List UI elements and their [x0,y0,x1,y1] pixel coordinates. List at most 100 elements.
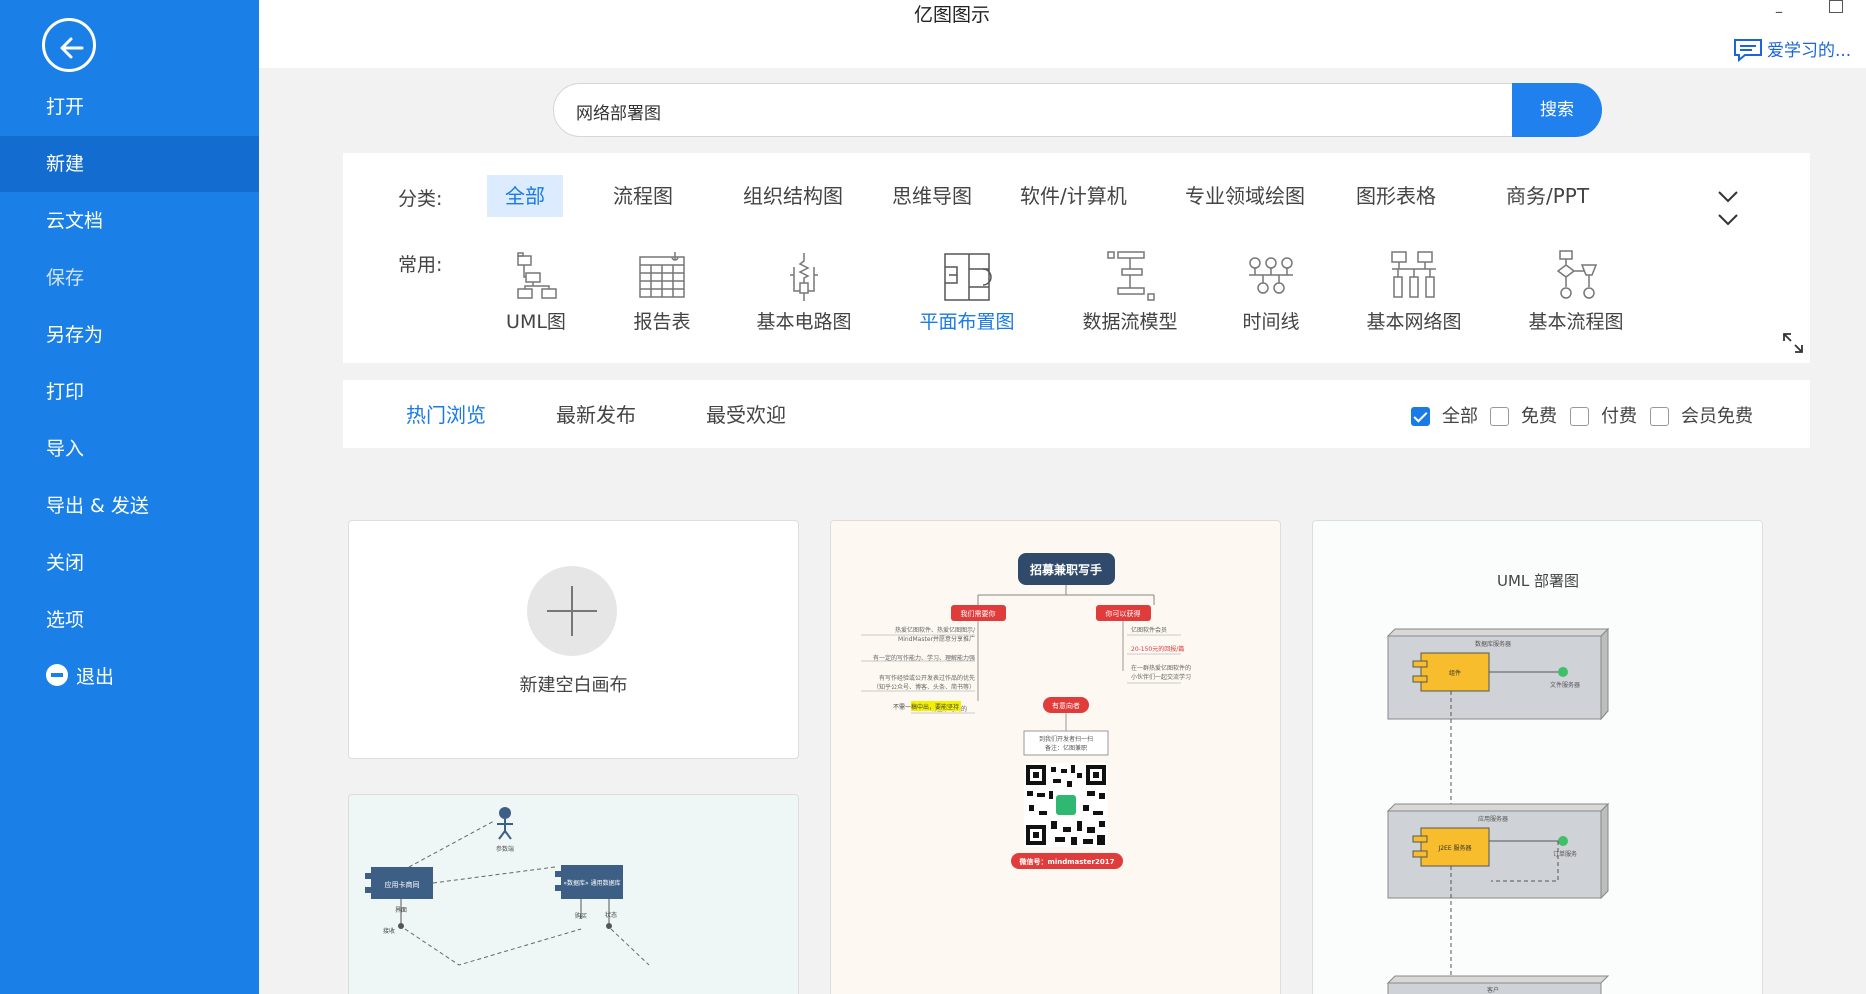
timeline-icon [1249,257,1293,294]
tab-org-chart[interactable]: 组织结构图 [725,175,861,217]
filter-check-free[interactable]: 免费 [1490,402,1557,428]
sidebar-item-label: 打开 [46,96,85,118]
sidebar-item-label: 选项 [46,609,85,631]
checkbox-label: 付费 [1601,406,1637,427]
expand-icon[interactable] [1781,331,1805,355]
sidebar-item-export-send[interactable]: 导出 & 发送 [0,478,259,534]
filter-check-all[interactable]: 全部 [1411,402,1478,428]
tab-graphic-tables[interactable]: 图形表格 [1338,175,1454,217]
tab-latest[interactable]: 最新发布 [556,399,636,428]
sidebar-item-label: 导出 & 发送 [46,495,149,517]
right-head: 你可以获得 [1106,609,1141,618]
common-item-data-flow[interactable]: 数据流模型 [1055,249,1205,334]
node-label: 数据库服务器 [1475,640,1511,648]
checkbox-checked[interactable] [1411,407,1430,426]
common-item-label: 报告表 [633,311,691,333]
common-item-label: 基本流程图 [1528,311,1624,333]
back-button[interactable] [42,18,96,72]
new-blank-canvas-card[interactable]: 新建空白画布 [348,520,799,759]
sidebar-item-save-as[interactable]: 另存为 [0,307,259,363]
common-item-label: 基本电路图 [756,311,852,333]
left-head: 我们需要你 [961,609,996,618]
sidebar-item-label: 导入 [46,438,85,460]
sidebar-item-print[interactable]: 打印 [0,364,259,420]
circuit-diagram-icon [790,253,818,301]
common-item-timeline[interactable]: 时间线 [1196,249,1346,334]
plus-icon [527,566,617,656]
minimize-button[interactable]: – [1775,2,1783,21]
bottom-line: 到我们开发者扫一扫 [1039,735,1093,743]
uml-diagram-icon [517,252,557,299]
common-item-label: 基本网络图 [1366,311,1462,333]
chat-icon [1734,39,1762,63]
right-line: 20-150元的回报/篇 [1131,645,1184,653]
tab-flowchart[interactable]: 流程图 [595,175,691,217]
recruit-title: 招募兼职写手 [1030,562,1102,577]
actor-label: 参数端 [496,845,514,853]
filter-bar: 热门浏览 最新发布 最受欢迎 全部 免费 付费 会员免费 [343,380,1810,448]
component-label: J2EE 服务器 [1437,844,1471,852]
left-line: 有写作经验或公开发表过作品的优先 [879,674,975,682]
uml-thumbnail: UML 部署图 数据库服务器 组件 文件服务器 应用服务器 J2EE 服务器 订… [1386,572,1610,994]
common-item-floor-plan[interactable]: 平面布置图 [892,249,1042,334]
common-item-label: 时间线 [1242,311,1300,333]
common-item-network[interactable]: 基本网络图 [1339,249,1489,334]
wechat-id: 微信号：mindmaster2017 [1019,857,1115,866]
sidebar-item-label: 云文档 [46,210,104,232]
chevron-down-icon[interactable] [1717,213,1739,227]
component-label: 组件 [1449,669,1461,677]
left-line: （知乎公众号、博客、头条、简书等） [873,683,975,691]
sidebar-item-save[interactable]: 保存 [0,250,259,306]
title-bar: 亿图图示 – 爱学习的... [259,0,1866,68]
sidebar-item-new[interactable]: 新建 [0,136,259,192]
search-input[interactable] [576,96,1476,126]
filter-check-member-free[interactable]: 会员免费 [1650,402,1753,428]
sidebar-item-options[interactable]: 选项 [0,592,259,648]
node-label: 客户 [1487,986,1499,994]
right-line: 小伙伴们一起交流学习 [1131,673,1191,681]
common-item-label: 数据流模型 [1082,311,1178,333]
tab-hot[interactable]: 热门浏览 [406,399,486,428]
common-item-flowchart[interactable]: 基本流程图 [1501,249,1651,334]
filter-check-paid[interactable]: 付费 [1570,402,1637,428]
template-card-deployment[interactable]: 参数端 应用卡商同 «数据库» 通用数据库 界面 接收 购买 状态 [348,794,799,994]
tab-all[interactable]: 全部 [487,175,563,217]
recruit-thumbnail: 招募兼职写手 我们需要你 你可以获得 热爱亿图软件、热爱亿图图示/ MindMa… [861,553,1191,869]
tab-mind-map[interactable]: 思维导图 [874,175,990,217]
tab-software[interactable]: 软件/计算机 [1002,175,1145,217]
tab-business-ppt[interactable]: 商务/PPT [1488,175,1607,217]
sidebar-item-label: 另存为 [46,324,104,346]
port-label: 订单服务 [1553,850,1577,858]
right-line: 亿图软件会员 [1131,626,1167,634]
template-card-uml-deployment[interactable]: UML 部署图 数据库服务器 组件 文件服务器 应用服务器 J2EE 服务器 订… [1312,520,1763,994]
deploy-box-label: 应用卡商同 [385,880,420,889]
sidebar-item-open[interactable]: 打开 [0,79,259,135]
common-label: 常用: [398,254,443,276]
search-button[interactable]: 搜索 [1512,83,1602,137]
sidebar-item-cloud-docs[interactable]: 云文档 [0,193,259,249]
tab-popular[interactable]: 最受欢迎 [706,399,786,428]
checkbox[interactable] [1650,407,1669,426]
template-card-recruit[interactable]: 招募兼职写手 我们需要你 你可以获得 热爱亿图软件、热爱亿图图示/ MindMa… [830,520,1281,994]
search-box [553,83,1513,137]
sidebar-item-import[interactable]: 导入 [0,421,259,477]
user-account-link[interactable]: 爱学习的... [1733,36,1851,63]
common-item-circuit[interactable]: 基本电路图 [729,249,879,334]
sidebar-item-close[interactable]: 关闭 [0,535,259,591]
floor-plan-icon [944,253,992,301]
common-item-label: 平面布置图 [919,311,1015,333]
checkbox-label: 免费 [1521,406,1557,427]
sidebar-item-label: 关闭 [46,552,85,574]
maximize-button[interactable] [1829,0,1843,13]
data-flow-icon [1107,251,1155,301]
tab-professional[interactable]: 专业领域绘图 [1167,175,1323,217]
chevron-down-icon[interactable] [1717,190,1739,204]
exit-icon [46,664,68,686]
sidebar-item-exit[interactable]: 退出 [0,649,259,705]
common-item-report[interactable]: 报告表 [587,249,737,334]
checkbox-label: 会员免费 [1681,406,1753,427]
arrow-left-icon [60,37,84,59]
checkbox[interactable] [1570,407,1589,426]
deploy-thumbnail: 参数端 应用卡商同 «数据库» 通用数据库 界面 接收 购买 状态 [365,807,650,966]
checkbox[interactable] [1490,407,1509,426]
